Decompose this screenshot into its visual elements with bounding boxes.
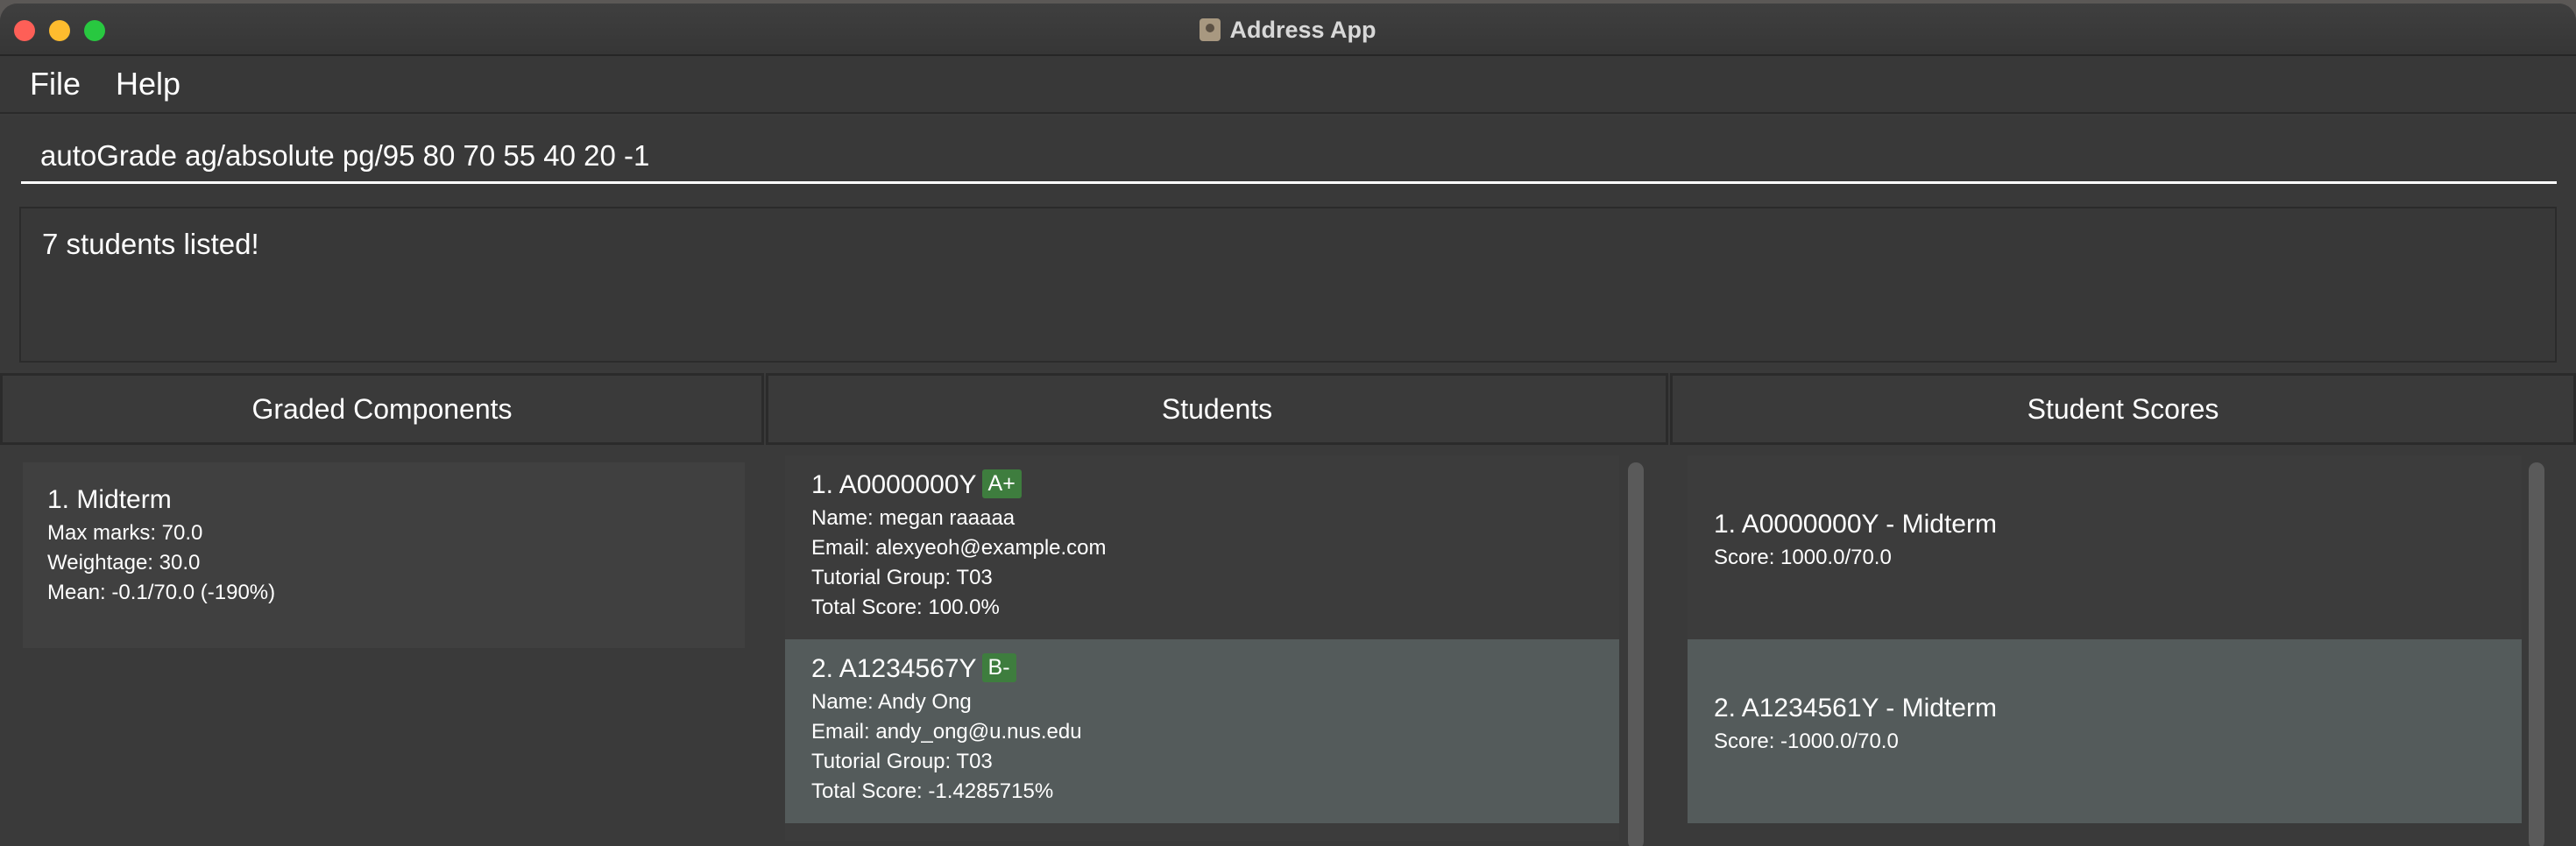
students-header: Students (766, 373, 1668, 445)
score-title: 2. A1234561Y - Midterm (1714, 694, 1997, 723)
component-card[interactable]: 1. Midterm Max marks: 70.0 Weightage: 30… (23, 462, 745, 648)
command-input[interactable] (21, 130, 2557, 184)
score-card[interactable]: 1. A0000000Y - Midterm Score: 1000.0/70.… (1688, 455, 2522, 639)
students-panel: Students 1. A0000000Y A+ Name: megan raaa… (766, 373, 1668, 846)
command-box (0, 116, 2576, 200)
grade-badge: A+ (981, 469, 1022, 498)
menu-bar: File Help (0, 56, 2576, 114)
graded-components-panel: Graded Components 1. Midterm Max marks: … (0, 373, 764, 846)
student-total-score: Total Score: -1.4285715% (811, 779, 1054, 803)
score-value: Score: 1000.0/70.0 (1714, 546, 1892, 569)
student-email: Email: alexyeoh@example.com (811, 536, 1107, 560)
component-title: 1. Midterm (47, 485, 172, 514)
students-list-container: 1. A0000000Y A+ Name: megan raaaaa Email:… (766, 447, 1668, 846)
address-book-icon (1200, 18, 1221, 41)
graded-components-list: 1. Midterm Max marks: 70.0 Weightage: 30… (0, 447, 764, 846)
student-scores-list-container: 1. A0000000Y - Midterm Score: 1000.0/70.… (1670, 447, 2576, 846)
student-total-score: Total Score: 100.0% (811, 596, 1000, 619)
window-title-group: Address App (0, 4, 2576, 56)
component-mean: Mean: -0.1/70.0 (-190%) (47, 581, 276, 604)
title-bar: Address App (0, 4, 2576, 56)
student-tutorial-group: Tutorial Group: T03 (811, 750, 993, 773)
student-name: Name: Andy Ong (811, 690, 972, 714)
result-display: 7 students listed! (19, 207, 2557, 363)
student-card[interactable]: 1. A0000000Y A+ Name: megan raaaaa Email:… (785, 455, 1619, 639)
result-message: 7 students listed! (42, 228, 259, 260)
student-tutorial-group: Tutorial Group: T03 (811, 566, 993, 589)
score-value: Score: -1000.0/70.0 (1714, 730, 1899, 753)
student-card-selected[interactable]: 2. A1234567Y B- Name: Andy Ong Email: and… (785, 639, 1619, 823)
component-weightage: Weightage: 30.0 (47, 551, 201, 575)
student-email: Email: andy_ong@u.nus.edu (811, 720, 1082, 744)
scores-scrollbar[interactable] (2529, 462, 2544, 846)
score-title: 1. A0000000Y - Midterm (1714, 510, 1997, 539)
menu-help[interactable]: Help (116, 66, 180, 102)
graded-components-header: Graded Components (0, 373, 764, 445)
score-card-selected[interactable]: 2. A1234561Y - Midterm Score: -1000.0/70… (1688, 639, 2522, 823)
student-scores-header: Student Scores (1670, 373, 2576, 445)
student-id: 2. A1234567Y (811, 654, 977, 683)
student-id: 1. A0000000Y (811, 470, 977, 499)
student-card-partial[interactable] (785, 823, 1619, 841)
students-scrollbar[interactable] (1628, 462, 1644, 846)
result-display-area: 7 students listed! (0, 200, 2576, 370)
component-max-marks: Max marks: 70.0 (47, 521, 203, 545)
student-title: 1. A0000000Y A+ (811, 469, 1593, 500)
student-scores-list: 1. A0000000Y - Midterm Score: 1000.0/70.… (1688, 455, 2522, 823)
student-name: Name: megan raaaaa (811, 506, 1016, 530)
student-title: 2. A1234567Y B- (811, 653, 1593, 684)
students-list: 1. A0000000Y A+ Name: megan raaaaa Email:… (785, 455, 1619, 841)
window-title: Address App (1229, 16, 1376, 43)
menu-file[interactable]: File (30, 66, 81, 102)
grade-badge: B- (981, 653, 1016, 682)
student-scores-panel: Student Scores 1. A0000000Y - Midterm Sc… (1670, 373, 2576, 846)
app-window: Address App File Help 7 students listed!… (0, 4, 2576, 846)
